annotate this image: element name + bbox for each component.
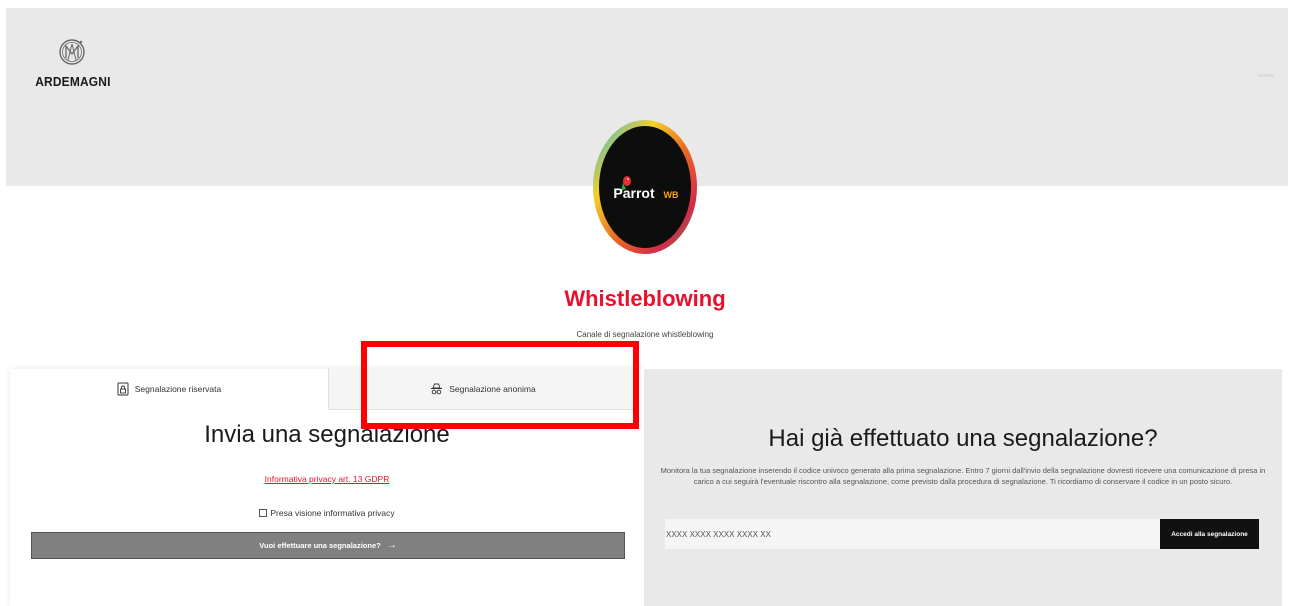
logo-text: ARDEMAGNI bbox=[35, 74, 111, 89]
track-report-panel: Hai già effettuato una segnalazione? Mon… bbox=[644, 369, 1282, 606]
tab-segnalazione-anonima[interactable]: Segnalazione anonima bbox=[328, 369, 637, 410]
page-title: Whistleblowing bbox=[564, 286, 726, 311]
privacy-consent-label: Presa visione informativa privacy bbox=[270, 508, 395, 518]
incognito-icon bbox=[431, 383, 443, 395]
start-report-button[interactable]: Vuoi effettuare una segnalazione? → bbox=[31, 532, 625, 559]
page-subtitle: Canale di segnalazione whistleblowing bbox=[576, 330, 714, 339]
ardemagni-logo[interactable]: ARDEMAGNI bbox=[32, 36, 112, 89]
lock-document-icon bbox=[117, 382, 129, 396]
access-report-button[interactable]: Accedi alla segnalazione bbox=[1160, 519, 1259, 549]
start-report-label: Vuoi effettuare una segnalazione? bbox=[259, 541, 381, 550]
checkbox-box[interactable] bbox=[259, 509, 268, 517]
report-code-input[interactable] bbox=[665, 519, 1161, 549]
badge-parrot-text: Parrot bbox=[613, 185, 655, 201]
badge-wb-text: WB bbox=[664, 190, 679, 200]
tab-label-anonima: Segnalazione anonima bbox=[449, 384, 536, 394]
send-report-panel: Segnalazione riservata Segnalazione anon… bbox=[10, 369, 644, 606]
track-report-heading: Hai già effettuato una segnalazione? bbox=[768, 425, 1158, 452]
send-report-heading: Invia una segnalazione bbox=[204, 421, 450, 448]
header-menu-handle[interactable] bbox=[1258, 74, 1274, 77]
tab-label-riservata: Segnalazione riservata bbox=[134, 384, 222, 394]
privacy-consent-checkbox[interactable]: Presa visione informativa privacy bbox=[10, 508, 644, 518]
tab-segnalazione-riservata[interactable]: Segnalazione riservata bbox=[10, 369, 328, 409]
parrot-wb-badge: Parrot WB bbox=[593, 120, 697, 254]
ardemagni-emblem-icon bbox=[59, 39, 85, 65]
track-report-description: Monitora la tua segnalazione inserendo i… bbox=[660, 466, 1266, 486]
arrow-right-icon: → bbox=[386, 540, 397, 551]
privacy-policy-link[interactable]: Informativa privacy art. 13 GDPR bbox=[10, 474, 644, 484]
report-type-tabs: Segnalazione riservata Segnalazione anon… bbox=[10, 369, 637, 410]
